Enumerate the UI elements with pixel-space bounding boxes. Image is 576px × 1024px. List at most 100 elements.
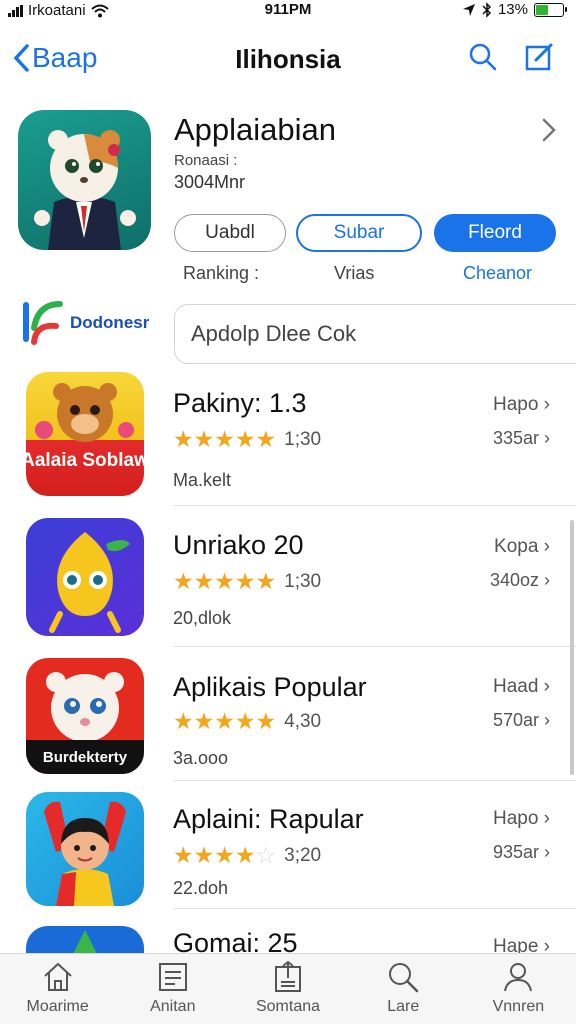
star-icon: ★: [214, 568, 235, 594]
chevron-right-icon: ›: [543, 394, 550, 415]
app-name: Gomai: 25: [173, 928, 298, 953]
app-category: Hapo ›: [493, 394, 550, 416]
rating-count: 1;30: [284, 428, 322, 450]
chevron-right-icon[interactable]: [542, 118, 556, 142]
bluetooth-icon: [482, 1, 492, 18]
scrollbar[interactable]: [570, 520, 574, 775]
icon-caption-3: Burdekterty: [43, 749, 128, 766]
app-category: Hapo ›: [493, 808, 550, 830]
profile-icon: [504, 963, 533, 992]
channel-link[interactable]: Cheanor: [463, 263, 532, 284]
star-icon: ★: [214, 842, 235, 868]
compose-icon[interactable]: [524, 42, 554, 72]
battery-icon: [534, 2, 567, 17]
tab-label: Lare: [387, 998, 420, 1015]
app-meta: 20,dlok: [173, 608, 232, 628]
app-size: 570ar ›: [493, 710, 550, 731]
search-icon[interactable]: [468, 42, 498, 72]
star-icon: ★: [234, 842, 256, 868]
app-category: Kopa ›: [494, 536, 550, 558]
chevron-right-icon: ›: [544, 842, 550, 862]
star-half-icon: ☆: [255, 842, 277, 868]
app-size: 935ar ›: [493, 842, 550, 863]
app-name: Aplikais Popular: [173, 672, 367, 702]
app-category: Haad ›: [493, 676, 550, 698]
size-text: 335ar: [492, 428, 539, 448]
status-bar: Irkoatani 911PM 13%: [0, 0, 576, 22]
app-icon[interactable]: [18, 110, 151, 250]
app-meta: Ma.kelt: [173, 470, 232, 490]
chevron-right-icon: ›: [544, 570, 550, 590]
app-size: 335ar ›: [493, 428, 550, 449]
app-icon: [26, 518, 144, 636]
star-rating: ★ ★ ★ ★ ★ 1;30: [173, 428, 321, 451]
category-text: Hape: [492, 936, 539, 953]
star-icon: ★: [193, 426, 215, 452]
category-text: Hapo: [492, 808, 539, 829]
app-size: 340oz ›: [490, 570, 550, 591]
size-text: 570ar: [492, 710, 539, 730]
app-header: Applaiabian Ronaasi : 3004Mnr Uabdl Suba…: [18, 110, 558, 285]
version-label: Vrias: [334, 263, 375, 283]
category-text: Hapo: [492, 394, 539, 415]
tab-label: Moarime: [26, 998, 89, 1015]
rating-count: 4,30: [284, 710, 322, 732]
star-icon: ★: [234, 708, 256, 734]
chevron-right-icon: ›: [544, 428, 550, 448]
chevron-right-icon: ›: [544, 710, 550, 730]
update-button[interactable]: Uabdl: [174, 214, 286, 252]
star-rating: ★ ★ ★ ★ ★ 4,30: [173, 710, 321, 733]
brand-name: Dodonesr: [70, 313, 150, 332]
share-icon: [275, 960, 301, 992]
star-icon: ★: [173, 842, 194, 868]
star-icon: ★: [255, 568, 277, 594]
app-name: Applaiabian: [174, 112, 337, 147]
star-icon: ★: [173, 568, 194, 594]
icon-caption-1: Aalaia Soblaw: [26, 450, 144, 471]
get-button[interactable]: Fleord: [434, 214, 556, 252]
tab-search[interactable]: Lare: [346, 954, 461, 1024]
star-icon: ★: [255, 708, 277, 734]
chevron-right-icon: ›: [543, 676, 550, 697]
search-input[interactable]: [191, 321, 576, 347]
share-button[interactable]: Subar: [296, 214, 422, 252]
tab-profile[interactable]: Vnnren: [461, 954, 576, 1024]
nav-bar: Baap Ilihonsia: [0, 34, 576, 86]
category-text: Kopa: [494, 536, 539, 557]
tab-home[interactable]: Moarime: [0, 954, 115, 1024]
app-name: Aplaini: Rapular: [173, 804, 364, 834]
brand-logo-icon: [23, 301, 63, 345]
tab-share[interactable]: Somtana: [230, 954, 345, 1024]
search-field[interactable]: [174, 304, 576, 364]
size-text: 935ar: [492, 842, 539, 862]
rating-count: 1;30: [284, 570, 322, 592]
tab-label: Vnnren: [492, 998, 545, 1015]
search-icon: [389, 963, 419, 993]
app-category: Hape ›: [493, 936, 550, 953]
app-name: Pakiny: 1.3: [173, 388, 307, 418]
status-right: 13%: [462, 1, 567, 18]
list-item[interactable]: Gomai: 25 Hape ›: [0, 924, 576, 953]
app-icon: Aalaia Soblaw: [26, 372, 144, 496]
star-icon: ★: [193, 568, 215, 594]
tab-label: Anitan: [150, 998, 196, 1015]
star-rating: ★ ★ ★ ★ ☆ 3;20: [173, 844, 321, 867]
app-icon: [26, 926, 144, 953]
divider: [173, 908, 576, 909]
tab-label: Somtana: [255, 998, 321, 1015]
tab-bar: Moarime Anitan Somtana Lare Vnnren: [0, 953, 576, 1024]
app-meta: 3a.ooo: [173, 748, 229, 768]
tab-list[interactable]: Anitan: [115, 954, 230, 1024]
star-icon: ★: [214, 708, 235, 734]
location-icon: [462, 3, 475, 16]
app-name: Unriako 20: [173, 530, 304, 560]
rating-count: 3;20: [284, 844, 322, 866]
star-icon: ★: [193, 708, 215, 734]
app-size: 3004Mnr: [174, 172, 246, 192]
app-meta: 22.doh: [173, 878, 229, 898]
category-text: Haad: [492, 676, 539, 697]
star-icon: ★: [173, 708, 194, 734]
star-icon: ★: [255, 426, 277, 452]
star-icon: ★: [214, 426, 235, 452]
home-icon: [43, 962, 72, 991]
